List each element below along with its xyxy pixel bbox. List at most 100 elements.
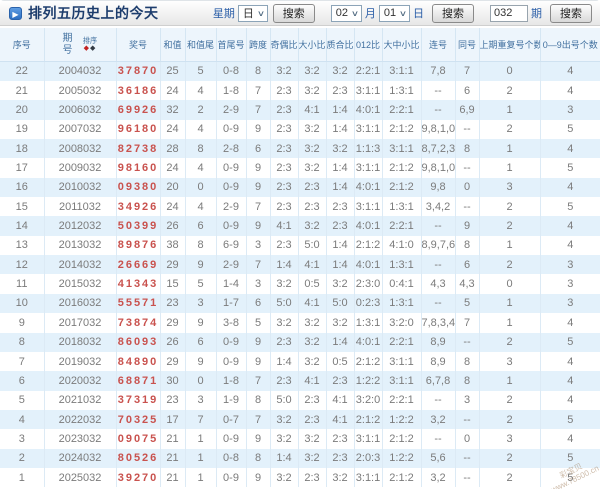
cell-digit-count: 4 xyxy=(567,181,574,194)
chevron-down-icon: ∨ xyxy=(256,8,265,18)
cell-same: 9 xyxy=(455,216,480,236)
cell-prev-repeat: 1 xyxy=(479,313,541,333)
cell-digit-count: 5 xyxy=(567,123,574,136)
cell-consecutive: 8,7,2,3 xyxy=(421,138,456,159)
cell-prev-repeat: 2 xyxy=(479,197,541,217)
cell-span: 9 xyxy=(246,468,271,488)
cell-same: 6 xyxy=(455,255,480,275)
cell-issue: 2017032 xyxy=(44,313,117,333)
cell-first-last: 0-9 xyxy=(216,119,247,139)
cell-prev-repeat: 2 xyxy=(479,448,541,469)
title-bullet-icon: ▶ xyxy=(9,6,22,20)
cell-span: 9 xyxy=(246,177,271,198)
cell-big-small: 3:2 xyxy=(298,119,327,139)
cell-sum: 21 xyxy=(160,468,186,488)
table-row: 20 2006032 69926 32 2 2-9 7 2:3 4:1 1:4 4:0:1 2:2:1… xyxy=(0,100,600,120)
cell-prize: 34926 xyxy=(116,197,161,217)
cell-zero-one-two: 3:1:1 xyxy=(354,158,383,178)
cell-prime-composite: 1:4 xyxy=(326,235,355,256)
cell-odd-even: 4:1 xyxy=(270,216,299,236)
cell-consecutive: 7,8,3,4 xyxy=(421,313,456,333)
cell-sum-tail: 3 xyxy=(185,390,217,410)
cell-sum-tail: 9 xyxy=(185,313,217,333)
date-search-button[interactable]: 搜索 xyxy=(432,3,474,23)
cell-big-small: 2:3 xyxy=(298,177,327,198)
cell-zero-one-two: 4:0:1 xyxy=(354,255,383,275)
sort-asc-icon[interactable]: ◆ xyxy=(84,45,89,52)
cell-index: 19 xyxy=(0,119,45,139)
cell-index: 11 xyxy=(0,274,45,294)
col-header-consecutive: 连号 xyxy=(421,28,456,62)
cell-prize: 09075 xyxy=(116,429,161,449)
sort-icons[interactable]: ◆ ◆ xyxy=(84,45,96,52)
cell-sum: 29 xyxy=(160,313,186,333)
cell-span: 9 xyxy=(246,332,271,352)
cell-sum-tail: 9 xyxy=(185,255,217,275)
cell-prize: 69926 xyxy=(116,100,161,120)
cell-prime-composite: 1:4 xyxy=(326,119,355,139)
cell-same: 6,9 xyxy=(455,100,480,120)
month-select[interactable]: 02 ∨ xyxy=(330,4,362,22)
cell-prize: 96180 xyxy=(116,119,161,139)
cell-big-mid-small: 2:1:2 xyxy=(382,429,422,449)
cell-first-last: 2-8 xyxy=(216,138,247,159)
cell-prime-composite: 2:3 xyxy=(326,448,355,469)
cell-first-last: 0-9 xyxy=(216,158,247,178)
cell-sum-tail: 4 xyxy=(185,158,217,178)
cell-issue: 2019032 xyxy=(44,351,117,372)
weekday-select[interactable]: 日 ∨ xyxy=(237,4,268,22)
cell-big-small: 3:2 xyxy=(298,313,327,333)
cell-span: 9 xyxy=(246,216,271,236)
cell-index: 2 xyxy=(0,448,45,469)
sort-desc-icon[interactable]: ◆ xyxy=(90,45,95,52)
cell-span: 7 xyxy=(246,80,271,101)
cell-issue: 2024032 xyxy=(44,448,117,469)
cell-odd-even: 2:3 xyxy=(270,119,299,139)
table-row: 17 2009032 98160 24 4 0-9 9 2:3 3:2 1:4 3:1:1 2:1:2… xyxy=(0,158,600,178)
cell-same: -- xyxy=(455,332,480,352)
cell-prize: 55571 xyxy=(116,293,161,314)
cell-prev-repeat: 2 xyxy=(479,80,541,101)
cell-big-mid-small: 3:1:1 xyxy=(382,61,422,81)
cell-prev-repeat: 0 xyxy=(479,61,541,81)
issue-input[interactable] xyxy=(490,4,528,22)
cell-consecutive: 7,8 xyxy=(421,61,456,81)
cell-odd-even: 3:2 xyxy=(270,313,299,333)
cell-span: 9 xyxy=(246,429,271,449)
cell-prev-repeat: 3 xyxy=(479,429,541,449)
cell-sum-tail: 8 xyxy=(185,235,217,256)
cell-index: 14 xyxy=(0,216,45,236)
cell-zero-one-two: 4:0:1 xyxy=(354,216,383,236)
cell-odd-even: 2:3 xyxy=(270,80,299,101)
cell-first-last: 3-8 xyxy=(216,313,247,333)
col-header-sum: 和值 xyxy=(160,28,186,62)
cell-first-last: 0-8 xyxy=(216,61,247,81)
cell-big-mid-small: 3:1:1 xyxy=(382,138,422,159)
cell-big-mid-small: 2:2:1 xyxy=(382,390,422,410)
cell-prime-composite: 1:4 xyxy=(326,158,355,178)
table-row: 4 2022032 70325 17 7 0-7 7 3:2 2:3 4:1 2:1:2 1:2:2 3… xyxy=(0,409,600,430)
weekday-search-button[interactable]: 搜索 xyxy=(272,3,315,23)
cell-span: 9 xyxy=(246,351,271,372)
cell-sum: 38 xyxy=(160,235,186,256)
col-header-issue: 期号 排序 ◆ ◆ xyxy=(44,28,117,62)
cell-prev-repeat: 2 xyxy=(479,332,541,352)
cell-span: 8 xyxy=(246,390,271,410)
table-row: 22 2004032 37870 25 5 0-8 8 3:2 3:2 3:2 2:2:1 3:1:1… xyxy=(0,61,600,81)
cell-span: 6 xyxy=(246,293,271,314)
cell-digit-count: 4 xyxy=(567,220,574,233)
day-select[interactable]: 01 ∨ xyxy=(378,4,410,22)
col-header-prime-composite: 质合比 xyxy=(326,28,355,62)
issue-search-button[interactable]: 搜索 xyxy=(550,3,592,23)
cell-index: 7 xyxy=(0,351,45,372)
cell-issue: 2006032 xyxy=(44,100,117,120)
cell-digit-count: 4 xyxy=(567,239,574,252)
cell-prize: 80526 xyxy=(116,448,161,469)
cell-digit-count: 5 xyxy=(567,336,574,349)
cell-sum-tail: 2 xyxy=(185,100,217,120)
cell-issue: 2008032 xyxy=(44,138,117,159)
cell-big-small: 3:2 xyxy=(298,158,327,178)
cell-prev-repeat: 1 xyxy=(479,100,541,120)
cell-big-small: 3:2 xyxy=(298,80,327,101)
cell-issue: 2013032 xyxy=(44,235,117,256)
